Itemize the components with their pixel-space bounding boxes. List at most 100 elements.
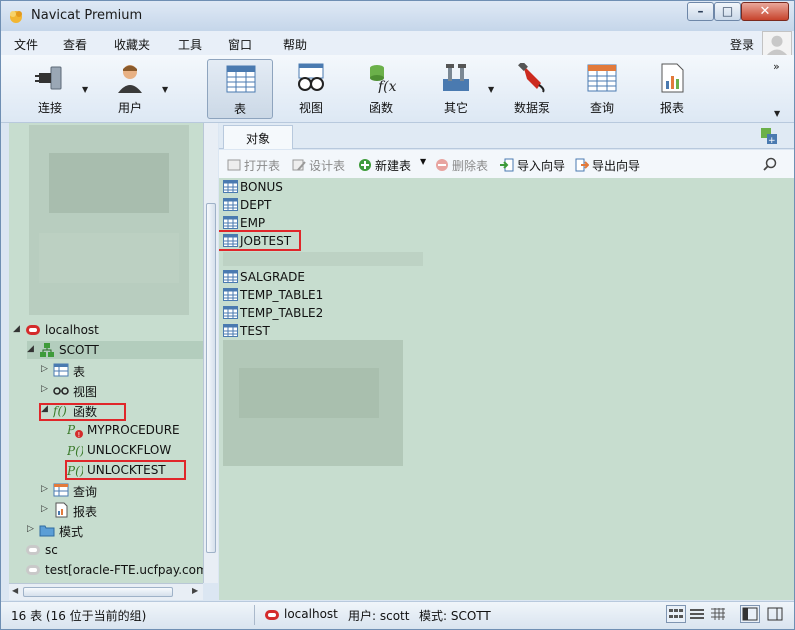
tab-objects[interactable]: 对象	[223, 125, 293, 149]
expand-arrow-icon[interactable]: ▷	[27, 524, 34, 534]
minimize-button[interactable]: –	[687, 2, 714, 21]
table-name: TEMP_TABLE2	[240, 306, 324, 320]
view-list-button[interactable]	[666, 605, 686, 623]
query-table-icon	[587, 64, 617, 92]
menu-window[interactable]: 窗口	[228, 36, 252, 53]
export-wizard-button[interactable]: 导出向导	[575, 157, 640, 174]
user-icon	[118, 65, 142, 93]
view-grid-button[interactable]	[708, 605, 728, 623]
table-icon	[53, 363, 69, 377]
redacted-area	[49, 153, 169, 213]
function-button[interactable]: f(x) 函数	[348, 59, 414, 119]
other-button[interactable]: 其它	[423, 59, 489, 119]
object-toolbar: 打开表 设计表 新建表 ▼ 删除表 导入向导 导出向导	[219, 150, 794, 178]
minimize-icon: –	[697, 4, 704, 18]
table-button[interactable]: 表	[207, 59, 273, 119]
table-name: TEST	[240, 324, 270, 338]
new-table-button[interactable]: 新建表	[358, 157, 411, 174]
scroll-left-icon[interactable]: ◀	[12, 586, 18, 595]
tree-vertical-scrollbar[interactable]	[203, 123, 218, 583]
status-connection: localhost	[284, 607, 338, 621]
folder-icon	[39, 525, 55, 537]
report-icon	[55, 502, 68, 518]
pane-split-button[interactable]	[740, 605, 760, 623]
table-name: EMP	[240, 216, 266, 230]
svg-text:!: !	[78, 431, 81, 438]
tree-node-label: localhost	[45, 323, 99, 337]
user-button[interactable]: 用户	[97, 59, 163, 119]
oracle-connection-icon	[26, 325, 40, 335]
status-schema: 模式: SCOTT	[419, 609, 491, 623]
close-button[interactable]: ✕	[741, 2, 789, 21]
open-table-icon	[227, 159, 241, 171]
other-dropdown-icon[interactable]: ▼	[488, 85, 494, 94]
tree-horizontal-scrollbar[interactable]: ◀ ▶	[9, 583, 203, 600]
design-table-icon	[292, 159, 306, 171]
delete-icon	[436, 159, 448, 171]
menu-bar: 文件 查看 收藏夹 工具 窗口 帮助 登录	[1, 31, 794, 55]
query-button[interactable]: 查询	[569, 59, 635, 119]
connection-tree[interactable]: ◢ localhost ◢ SCOTT ▷ 表 ▷ 视图 ◢ f() 函数 P!…	[9, 123, 203, 583]
pane-info-button[interactable]	[765, 605, 785, 623]
procedure-icon: P()	[67, 444, 83, 458]
expand-arrow-icon[interactable]: ▷	[41, 484, 48, 494]
table-icon	[223, 180, 238, 193]
expand-arrow-icon[interactable]: ▷	[41, 364, 48, 374]
open-table-button[interactable]: 打开表	[227, 157, 280, 174]
redacted-area	[39, 233, 179, 283]
menu-help[interactable]: 帮助	[283, 36, 307, 53]
query-label: 查询	[589, 101, 614, 115]
export-icon	[575, 158, 589, 172]
highlight-box-jobtest	[219, 230, 301, 251]
report-button[interactable]: 报表	[639, 59, 705, 119]
status-bar: 16 表 (16 位于当前的组) localhost 用户: scott 模式:…	[1, 601, 794, 629]
menu-favorites[interactable]: 收藏夹	[114, 36, 150, 53]
delete-table-button[interactable]: 删除表	[435, 157, 488, 174]
user-silhouette-icon	[765, 35, 789, 56]
new-table-dropdown-icon[interactable]: ▼	[420, 157, 426, 166]
new-tab-icon[interactable]: +	[759, 126, 779, 146]
tree-node-label: 报表	[73, 505, 98, 519]
login-link[interactable]: 登录	[730, 36, 754, 53]
tree-horizontal-scroll-thumb[interactable]	[23, 587, 173, 597]
import-wizard-button[interactable]: 导入向导	[500, 157, 565, 174]
glasses-icon	[298, 63, 324, 91]
object-list[interactable]: BONUS DEPT EMP JOBTEST SALGRADE TEMP_TAB…	[219, 178, 794, 600]
window-title: Navicat Premium	[31, 8, 143, 23]
collapse-arrow-icon[interactable]: ◢	[13, 324, 20, 334]
highlight-box-functions	[39, 403, 126, 421]
function-label: 函数	[368, 101, 393, 115]
avatar[interactable]	[762, 31, 792, 57]
scroll-right-icon[interactable]: ▶	[192, 586, 198, 595]
data-pump-button[interactable]: 数据泵	[499, 59, 565, 119]
table-name: DEPT	[240, 198, 272, 212]
toolbar-overflow-icon[interactable]: ▼	[774, 109, 780, 118]
tree-schema-scott[interactable]: ◢ SCOTT	[27, 341, 203, 359]
expand-arrow-icon[interactable]: ▷	[41, 384, 48, 394]
search-icon[interactable]	[763, 157, 777, 171]
view-button[interactable]: 视图	[278, 59, 344, 119]
connect-dropdown-icon[interactable]: ▼	[82, 85, 88, 94]
menu-file[interactable]: 文件	[14, 36, 38, 53]
report-label: 报表	[659, 101, 684, 115]
menu-tools[interactable]: 工具	[178, 36, 202, 53]
collapse-arrow-icon[interactable]: ◢	[27, 344, 34, 354]
connect-button[interactable]: 连接	[17, 59, 83, 119]
data-pump-label: 数据泵	[513, 101, 550, 115]
tree-node-label: UNLOCKFLOW	[87, 443, 172, 457]
function-icon: f(x)	[370, 65, 396, 93]
object-tab-bar: 对象 +	[219, 123, 794, 149]
table-label: 表	[233, 102, 246, 116]
tree-node-label: 视图	[73, 385, 98, 399]
view-label: 视图	[298, 101, 323, 115]
maximize-button[interactable]: □	[714, 2, 741, 21]
user-dropdown-icon[interactable]: ▼	[162, 85, 168, 94]
menu-view[interactable]: 查看	[63, 36, 87, 53]
design-table-button[interactable]: 设计表	[292, 157, 345, 174]
query-icon	[53, 483, 69, 497]
toolbar-more-icon[interactable]: »	[773, 60, 780, 73]
tree-vertical-scroll-thumb[interactable]	[206, 203, 216, 553]
expand-arrow-icon[interactable]: ▷	[41, 504, 48, 514]
tree-node-label: 模式	[59, 525, 84, 539]
view-detail-button[interactable]	[687, 605, 707, 623]
